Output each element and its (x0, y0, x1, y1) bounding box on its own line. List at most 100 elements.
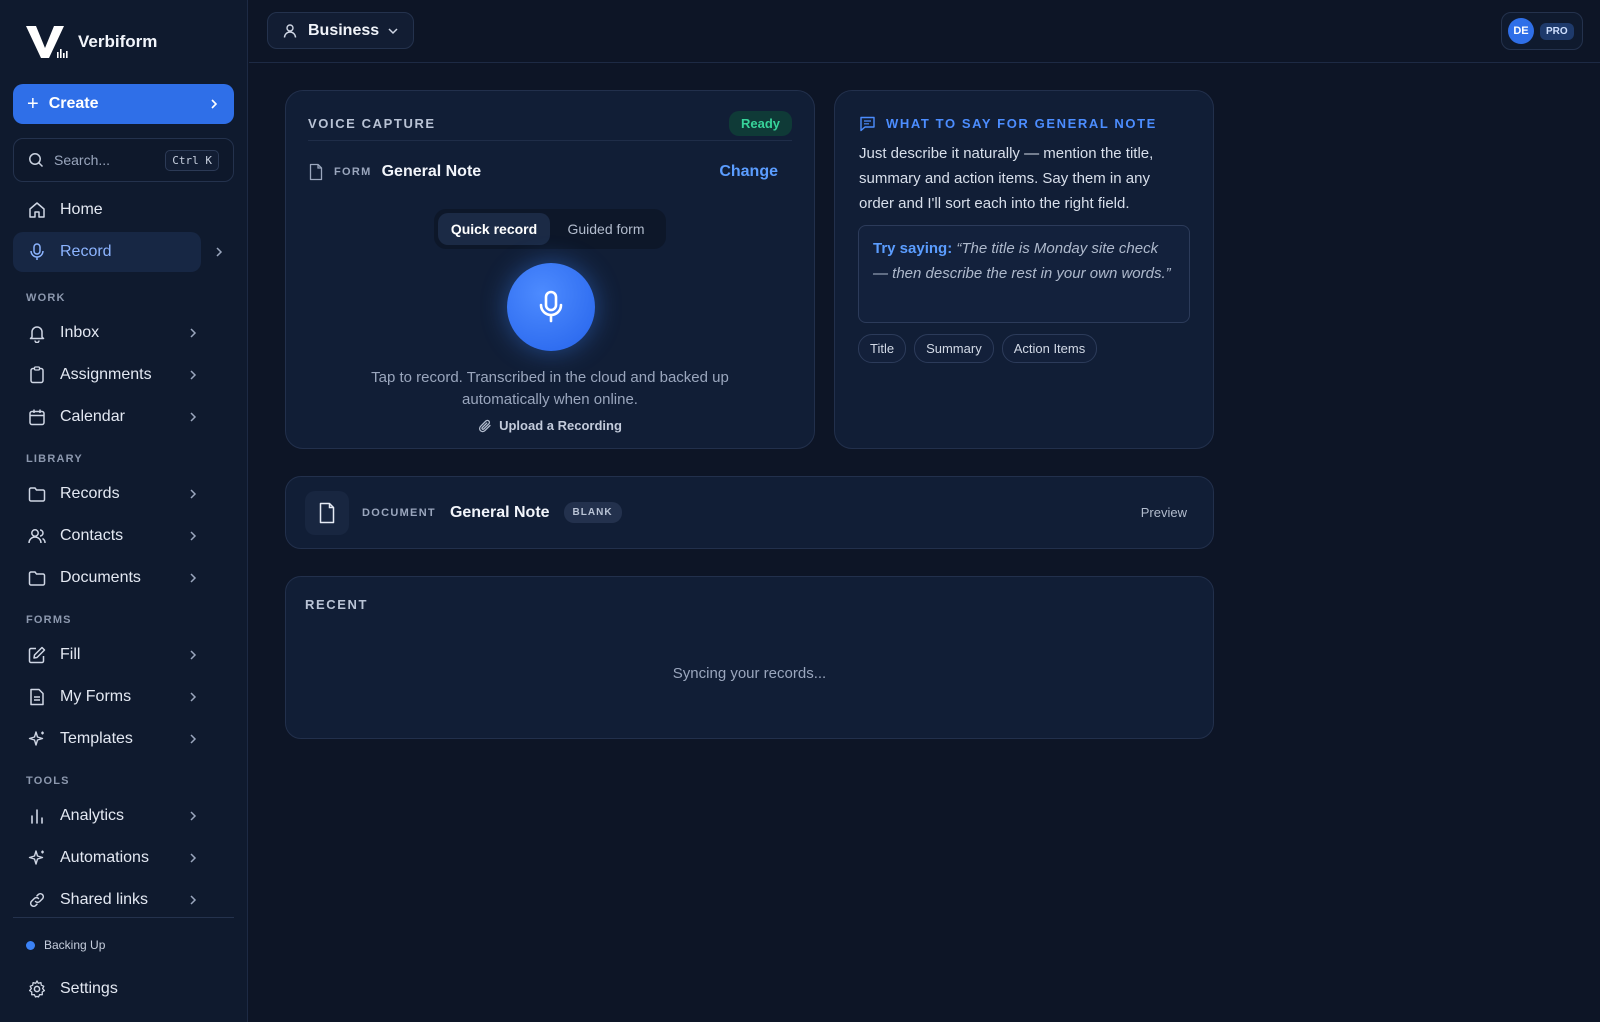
sidebar-item-templates[interactable]: Templates (13, 719, 234, 759)
microphone-icon (539, 290, 563, 323)
sidebar-item-label: Home (60, 201, 103, 218)
sidebar-item-label: Record (60, 243, 112, 260)
search-input[interactable]: Search... Ctrl K (13, 138, 234, 182)
record-mode-toggle: Quick record Guided form (434, 209, 666, 249)
sidebar-item-label: Analytics (60, 807, 125, 824)
topbar: Business DE PRO (249, 0, 1600, 63)
link-icon (26, 889, 48, 911)
chevron-right-icon (211, 99, 218, 109)
folder-icon (26, 483, 48, 505)
chevron-right-icon (190, 328, 197, 338)
users-icon (26, 525, 48, 547)
guidance-body: Just describe it naturally — mention the… (859, 145, 1154, 212)
section-label-tools: TOOLS (26, 775, 70, 787)
sidebar-item-label: Inbox (60, 324, 100, 341)
chevron-right-icon (190, 811, 197, 821)
search-placeholder: Search... (54, 152, 111, 168)
sidebar-item-assignments[interactable]: Assignments (13, 355, 234, 395)
status-dot (26, 940, 35, 950)
sidebar-item-label: My Forms (60, 688, 132, 705)
recent-title: RECENT (305, 597, 369, 612)
document-tag: DOCUMENT (362, 506, 436, 519)
voice-capture-card: VOICE CAPTURE Ready FORM General Note Ch… (285, 90, 815, 449)
sidebar-item-label: Contacts (60, 527, 124, 544)
user-icon (283, 23, 297, 38)
plan-badge: PRO (1540, 22, 1574, 40)
chevron-right-icon (216, 247, 223, 257)
record-hint: Tap to record. Transcribed in the cloud … (371, 369, 729, 408)
sidebar-item-label: Automations (60, 849, 149, 866)
document-name: General Note (449, 503, 550, 521)
field-chip-title: Title (858, 334, 907, 363)
workspace-name: Business (308, 21, 380, 39)
search-icon (29, 153, 44, 168)
field-chip-action-items: Action Items (1001, 334, 1098, 363)
file-text-icon (26, 686, 48, 708)
recent-card: RECENT Syncing your records... (285, 576, 1214, 739)
form-name: General Note (381, 163, 482, 180)
sidebar-item-contacts[interactable]: Contacts (13, 516, 234, 556)
file-icon (309, 163, 323, 181)
plus-icon: + (27, 93, 39, 115)
create-button[interactable]: + Create (13, 84, 234, 124)
tab-guided-form[interactable]: Guided form (550, 213, 662, 245)
section-label-forms: FORMS (26, 614, 72, 626)
user-menu[interactable]: DE PRO (1501, 12, 1583, 50)
field-chip-summary: Summary (914, 334, 994, 363)
clipboard-icon (26, 364, 48, 386)
sidebar-item-shared-links[interactable]: Shared links (13, 880, 234, 920)
home-icon (26, 199, 48, 221)
calendar-icon (26, 406, 48, 428)
sidebar-item-my-forms[interactable]: My Forms (13, 677, 234, 717)
paperclip-icon (479, 419, 491, 432)
brand-name: Verbiform (78, 32, 158, 51)
header-divider (308, 140, 792, 141)
change-form-link[interactable]: Change (719, 163, 778, 181)
sidebar-item-settings[interactable]: Settings (13, 969, 234, 1009)
sync-status: Backing Up (26, 938, 105, 952)
sidebar-item-fill[interactable]: Fill (13, 635, 234, 675)
preview-link[interactable]: Preview (1141, 477, 1187, 548)
sidebar-item-label: Documents (60, 569, 141, 586)
upload-label: Upload a Recording (499, 418, 622, 433)
status-badge: Ready (728, 111, 792, 136)
section-label-library: LIBRARY (26, 453, 83, 465)
search-shortcut: Ctrl K (165, 149, 219, 171)
voice-capture-header: VOICE CAPTURE Ready (308, 111, 792, 136)
edit-icon (26, 644, 48, 666)
sidebar-item-automations[interactable]: Automations (13, 838, 234, 878)
avatar: DE (1508, 18, 1534, 44)
sidebar-item-label: Calendar (60, 408, 125, 425)
tab-quick-record[interactable]: Quick record (438, 213, 550, 245)
sidebar-item-home[interactable]: Home (13, 190, 234, 230)
sidebar-item-label: Records (60, 485, 120, 502)
document-card: DOCUMENT General Note BLANK Preview (285, 476, 1214, 549)
brand[interactable]: Verbiform (24, 22, 157, 62)
folder-icon (26, 567, 48, 589)
chevron-right-icon (190, 895, 197, 905)
chevron-down-icon (388, 27, 398, 34)
sidebar-item-documents[interactable]: Documents (13, 558, 234, 598)
sidebar-item-inbox[interactable]: Inbox (13, 313, 234, 353)
message-icon (860, 116, 875, 132)
sidebar-item-records[interactable]: Records (13, 474, 234, 514)
chevron-right-icon (190, 692, 197, 702)
sidebar-item-analytics[interactable]: Analytics (13, 796, 234, 836)
record-button[interactable] (507, 263, 595, 351)
field-chips: Title Summary Action Items (858, 334, 1098, 363)
form-tag: FORM (334, 166, 372, 178)
guidance-title: WHAT TO SAY FOR GENERAL NOTE (886, 116, 1157, 131)
sidebar-item-record[interactable]: Record (13, 232, 223, 272)
voice-capture-title: VOICE CAPTURE (308, 116, 436, 131)
sidebar: Verbiform + Create Search... Ctrl K Home… (0, 0, 248, 1022)
microphone-icon (26, 241, 48, 263)
sidebar-item-calendar[interactable]: Calendar (13, 397, 234, 437)
chevron-right-icon (190, 650, 197, 660)
sidebar-item-label: Templates (60, 730, 133, 747)
recent-empty-state: Syncing your records... (672, 665, 827, 682)
upload-recording-link[interactable]: Upload a Recording (286, 418, 814, 433)
workspace-switcher[interactable]: Business (267, 12, 414, 49)
document-info: DOCUMENT General Note BLANK (362, 477, 622, 548)
chevron-right-icon (190, 412, 197, 422)
document-badge: BLANK (563, 502, 622, 523)
